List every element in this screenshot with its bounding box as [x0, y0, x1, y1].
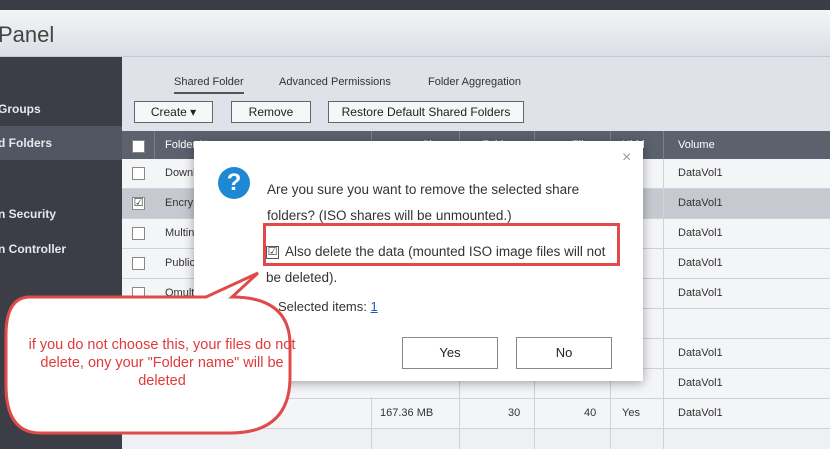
- tab-bar: Shared Folder Advanced Permissions Folde…: [122, 72, 830, 94]
- top-bar: [0, 0, 830, 10]
- column-divider: [371, 397, 372, 449]
- restore-default-button[interactable]: Restore Default Shared Folders: [328, 101, 524, 123]
- tab-folder-aggregation[interactable]: Folder Aggregation: [428, 76, 521, 88]
- app-title: Panel: [0, 22, 55, 47]
- row-checkbox[interactable]: ☑: [132, 197, 145, 210]
- folder-name: Downl: [165, 167, 196, 179]
- files-cell: 40: [584, 407, 597, 419]
- sidebar-item-label: d Folders: [0, 136, 53, 150]
- title-bar: Panel: [0, 10, 830, 57]
- column-divider: [663, 131, 664, 159]
- dialog-message: Are you sure you want to remove the sele…: [267, 182, 580, 223]
- column-divider: [663, 159, 664, 449]
- volume-cell: DataVol1: [678, 377, 723, 389]
- volume-cell: DataVol1: [678, 167, 723, 179]
- row-checkbox[interactable]: [132, 167, 145, 180]
- column-divider: [154, 131, 155, 159]
- selected-items-count-link[interactable]: 1: [371, 299, 378, 314]
- size-cell: 167.36 MB: [380, 407, 434, 419]
- volume-cell: DataVol1: [678, 347, 723, 359]
- sidebar-item-domain-security[interactable]: n Security: [0, 197, 122, 231]
- sidebar-item-domain-controller[interactable]: n Controller: [0, 232, 122, 266]
- folder-name: Multin: [165, 227, 195, 239]
- sidebar-item-groups[interactable]: Groups: [0, 92, 122, 126]
- folders-cell: 30: [508, 407, 521, 419]
- row-checkbox[interactable]: [132, 227, 145, 240]
- sidebar-item-label: n Controller: [0, 242, 66, 256]
- question-icon: ?: [218, 167, 250, 199]
- sidebar-item-shared-folders[interactable]: d Folders: [0, 126, 122, 160]
- tab-shared-folder[interactable]: Shared Folder: [174, 76, 244, 94]
- sidebar-item-label: n Security: [0, 207, 57, 221]
- column-header-volume[interactable]: Volume: [678, 131, 715, 159]
- close-icon[interactable]: ×: [622, 149, 631, 167]
- hidden-cell: Yes: [622, 407, 640, 419]
- volume-cell: DataVol1: [678, 257, 723, 269]
- select-all-checkbox[interactable]: [132, 140, 145, 153]
- sidebar-item-label: Groups: [0, 102, 41, 116]
- highlight-box: [263, 223, 620, 266]
- remove-button[interactable]: Remove: [231, 101, 311, 123]
- create-button[interactable]: Create ▾: [134, 101, 213, 123]
- tab-advanced-permissions[interactable]: Advanced Permissions: [279, 76, 391, 88]
- volume-cell: DataVol1: [678, 227, 723, 239]
- volume-cell: DataVol1: [678, 407, 723, 419]
- volume-cell: DataVol1: [678, 287, 723, 299]
- yes-button[interactable]: Yes: [402, 337, 498, 369]
- annotation-text: if you do not choose this, your files do…: [28, 337, 296, 389]
- folder-name: Encry: [165, 197, 194, 209]
- volume-cell: DataVol1: [678, 197, 723, 209]
- no-button[interactable]: No: [516, 337, 612, 369]
